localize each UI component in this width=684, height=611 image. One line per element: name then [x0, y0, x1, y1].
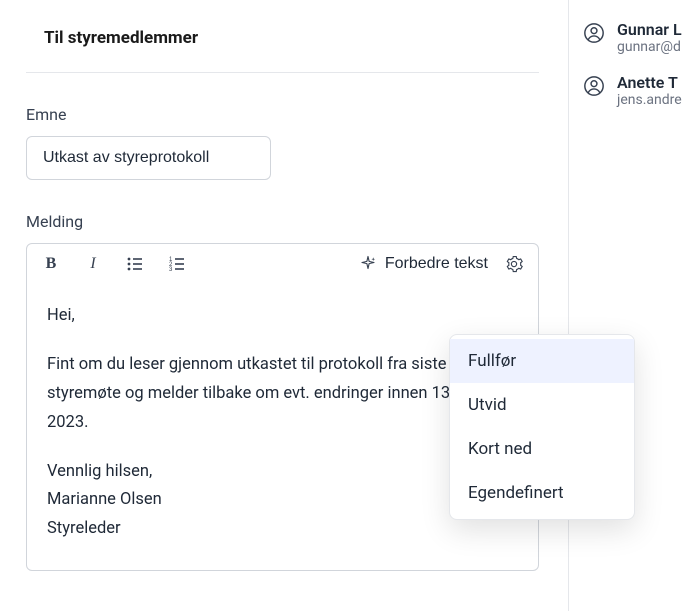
- person-icon: [583, 75, 605, 97]
- subject-label: Emne: [26, 105, 539, 124]
- bullet-list-button[interactable]: [125, 254, 145, 274]
- message-label: Melding: [26, 212, 539, 231]
- editor-line: Styreleder: [47, 515, 518, 544]
- svg-text:3: 3: [169, 267, 173, 273]
- numbered-list-button[interactable]: 1 2 3: [167, 254, 187, 274]
- contact-name: Gunnar L: [617, 20, 682, 39]
- improve-text-button[interactable]: Forbedre tekst: [359, 255, 488, 273]
- editor-line: Hei,: [47, 302, 518, 331]
- menu-item-shorten[interactable]: Kort ned: [450, 427, 634, 471]
- contact-item[interactable]: Gunnar L gunnar@d: [583, 20, 684, 55]
- improve-text-label: Forbedre tekst: [385, 255, 488, 273]
- numbered-list-icon: 1 2 3: [168, 255, 186, 273]
- bold-button[interactable]: B: [41, 254, 61, 274]
- contact-item[interactable]: Anette T jens.andre: [583, 73, 684, 108]
- menu-item-complete[interactable]: Fullfør: [450, 339, 634, 383]
- editor-line: Fint om du leser gjennom utkastet til pr…: [47, 351, 518, 438]
- menu-item-custom[interactable]: Egendefinert: [450, 471, 634, 515]
- italic-button[interactable]: I: [83, 254, 103, 274]
- editor-line: Vennlig hilsen,: [47, 458, 518, 487]
- recipients-header: Til styremedlemmer: [26, 20, 539, 73]
- editor-toolbar: B I 1 2: [27, 244, 538, 284]
- menu-item-expand[interactable]: Utvid: [450, 383, 634, 427]
- settings-button[interactable]: [504, 254, 524, 274]
- improve-text-menu: Fullfør Utvid Kort ned Egendefinert: [449, 334, 635, 520]
- sparkle-icon: [359, 255, 377, 273]
- contact-email: jens.andre: [617, 92, 682, 108]
- contact-email: gunnar@d: [617, 39, 682, 55]
- subject-input[interactable]: [26, 136, 271, 180]
- bullet-list-icon: [126, 255, 144, 273]
- gear-icon: [505, 255, 523, 273]
- editor-line: Marianne Olsen: [47, 486, 518, 515]
- person-icon: [583, 22, 605, 44]
- contact-name: Anette T: [617, 73, 682, 92]
